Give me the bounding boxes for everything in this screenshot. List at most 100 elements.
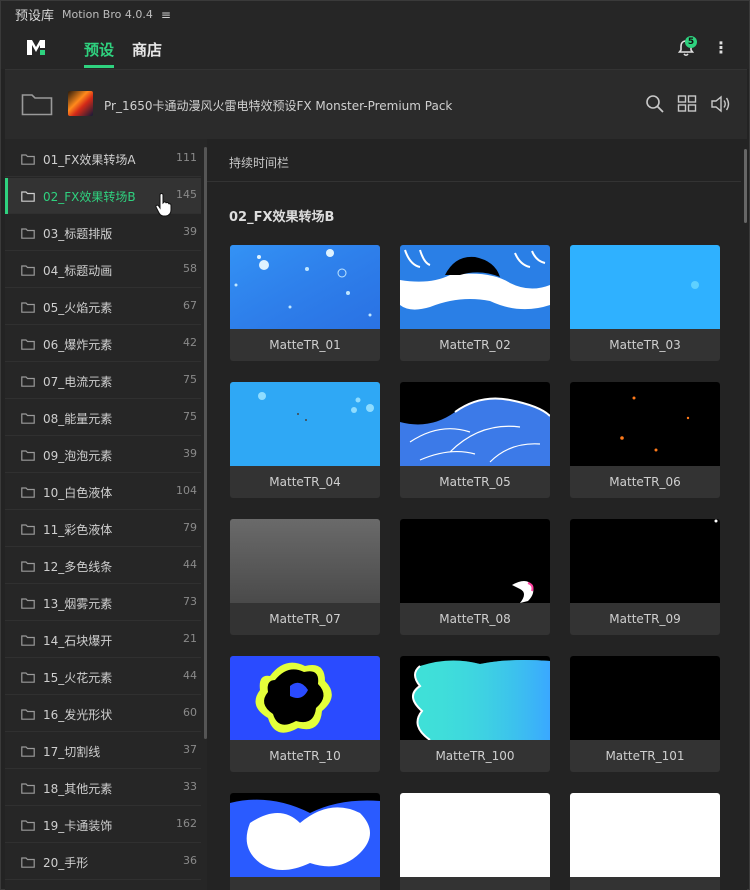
active-tab-indicator (84, 65, 114, 68)
app-window: 预设库 Motion Bro 4.0.4 ≡ 预设 商店 5 ⋮ Pr_1650… (0, 0, 750, 890)
preset-card[interactable]: MatteTR_03 (570, 245, 720, 361)
app-version: Motion Bro 4.0.4 (62, 8, 153, 21)
speaker-icon[interactable] (710, 94, 730, 114)
sidebar-item[interactable]: 04_标题动画 58 (5, 252, 201, 288)
preset-card[interactable]: MatteTR_02 (400, 245, 550, 361)
preset-thumbnail (230, 793, 380, 877)
sidebar-item-label: 15_火花元素 (43, 671, 113, 685)
sidebar-item[interactable]: 10_白色液体 104 (5, 474, 201, 510)
preset-thumbnail (400, 382, 550, 466)
sidebar-item-label: 03_标题排版 (43, 227, 113, 241)
preset-card[interactable]: MatteTR_06 (570, 382, 720, 498)
folder-icon[interactable] (21, 92, 53, 116)
preset-card[interactable] (400, 793, 550, 890)
preset-name (570, 877, 720, 890)
sidebar-item-count: 21 (183, 632, 197, 645)
tab-store[interactable]: 商店 (132, 39, 162, 60)
sidebar-item-count: 44 (183, 669, 197, 682)
motion-bro-logo-icon[interactable] (25, 36, 47, 58)
breadcrumb[interactable]: 持续时间栏 (229, 154, 289, 171)
sidebar-item-label: 06_爆炸元素 (43, 338, 113, 352)
folder-icon (21, 820, 35, 831)
preset-thumbnail (570, 519, 720, 603)
sidebar-item[interactable]: 14_石块爆开 21 (5, 622, 201, 658)
sidebar-item-label: 18_其他元素 (43, 782, 113, 796)
sidebar-item[interactable]: 07_电流元素 75 (5, 363, 201, 399)
tab-presets[interactable]: 预设 (84, 39, 114, 60)
folder-icon (21, 265, 35, 276)
preset-name: MatteTR_100 (435, 749, 515, 763)
sidebar-item[interactable]: 16_发光形状 60 (5, 696, 201, 732)
preset-card[interactable] (570, 793, 720, 890)
pack-title: Pr_1650卡通动漫风火雷电特效预设FX Monster-Premium Pa… (104, 99, 453, 113)
sidebar-item-label: 04_标题动画 (43, 264, 113, 278)
folder-icon (21, 524, 35, 535)
folder-icon (21, 413, 35, 424)
sidebar-item[interactable]: 11_彩色液体 79 (5, 511, 201, 547)
sidebar-item[interactable]: 01_FX效果转场A 111 (5, 141, 201, 177)
sidebar-item-count: 39 (183, 225, 197, 238)
sidebar-item-label: 16_发光形状 (43, 708, 113, 722)
preset-card[interactable]: MatteTR_101 (570, 656, 720, 772)
folder-icon (21, 709, 35, 720)
sidebar-item[interactable]: 13_烟雾元素 73 (5, 585, 201, 621)
folder-icon (21, 857, 35, 868)
sidebar-item[interactable]: 20_手形 36 (5, 844, 201, 880)
preset-card[interactable]: MatteTR_07 (230, 519, 380, 635)
preset-card[interactable]: MatteTR_05 (400, 382, 550, 498)
folder-icon (21, 672, 35, 683)
preset-card[interactable]: MatteTR_09 (570, 519, 720, 635)
sidebar-item-count: 37 (183, 743, 197, 756)
preset-card[interactable]: MatteTR_08 (400, 519, 550, 635)
search-icon[interactable] (645, 94, 665, 114)
sidebar-item-count: 33 (183, 780, 197, 793)
preset-card[interactable] (230, 793, 380, 890)
preset-name: MatteTR_09 (609, 612, 681, 626)
sidebar-item-count: 39 (183, 447, 197, 460)
folder-icon (21, 191, 35, 202)
grid-view-icon[interactable] (677, 94, 697, 114)
folder-icon (21, 376, 35, 387)
sidebar-item[interactable]: 15_火花元素 44 (5, 659, 201, 695)
more-options-icon[interactable]: ⋮ (713, 38, 729, 58)
sidebar-item-label: 10_白色液体 (43, 486, 113, 500)
folder-icon (21, 302, 35, 313)
preset-name: MatteTR_01 (269, 338, 341, 352)
preset-name: MatteTR_101 (605, 749, 685, 763)
preset-thumbnail (230, 519, 380, 603)
sidebar-item-count: 67 (183, 299, 197, 312)
preset-thumbnail (570, 245, 720, 329)
sidebar-item[interactable]: 19_卡通装饰 162 (5, 807, 201, 843)
sidebar-item[interactable]: 06_爆炸元素 42 (5, 326, 201, 362)
folder-icon (21, 339, 35, 350)
notification-badge: 5 (685, 36, 697, 48)
sidebar-item-count: 36 (183, 854, 197, 867)
hamburger-icon[interactable]: ≡ (161, 8, 171, 22)
sidebar-item[interactable]: 17_切割线 37 (5, 733, 201, 769)
preset-name: MatteTR_02 (439, 338, 511, 352)
preset-grid-area: 持续时间栏 02_FX效果转场B MatteTR_01 MatteTR_02 Mat… (207, 139, 747, 890)
sidebar-item[interactable]: 03_标题排版 39 (5, 215, 201, 251)
divider (207, 181, 741, 182)
preset-card[interactable]: MatteTR_10 (230, 656, 380, 772)
sidebar-item-count: 60 (183, 706, 197, 719)
preset-thumbnail (230, 656, 380, 740)
main-scrollbar[interactable] (744, 149, 747, 223)
sidebar-item[interactable]: 18_其他元素 33 (5, 770, 201, 806)
preset-card[interactable]: MatteTR_01 (230, 245, 380, 361)
preset-card[interactable]: MatteTR_100 (400, 656, 550, 772)
sidebar-item[interactable]: 12_多色线条 44 (5, 548, 201, 584)
preset-name: MatteTR_06 (609, 475, 681, 489)
section-title: 02_FX效果转场B (229, 210, 335, 225)
sidebar-item[interactable]: 05_火焰元素 67 (5, 289, 201, 325)
preset-card[interactable]: MatteTR_04 (230, 382, 380, 498)
folder-icon (21, 154, 35, 165)
title-bar: 预设库 Motion Bro 4.0.4 ≡ (1, 1, 749, 28)
sidebar-item[interactable]: 09_泡泡元素 39 (5, 437, 201, 473)
sidebar-item-count: 42 (183, 336, 197, 349)
sidebar-item-label: 13_烟雾元素 (43, 597, 113, 611)
sidebar-item-count: 75 (183, 410, 197, 423)
pack-thumbnail (68, 91, 93, 116)
sidebar-item[interactable]: 08_能量元素 75 (5, 400, 201, 436)
preset-thumbnail (230, 382, 380, 466)
